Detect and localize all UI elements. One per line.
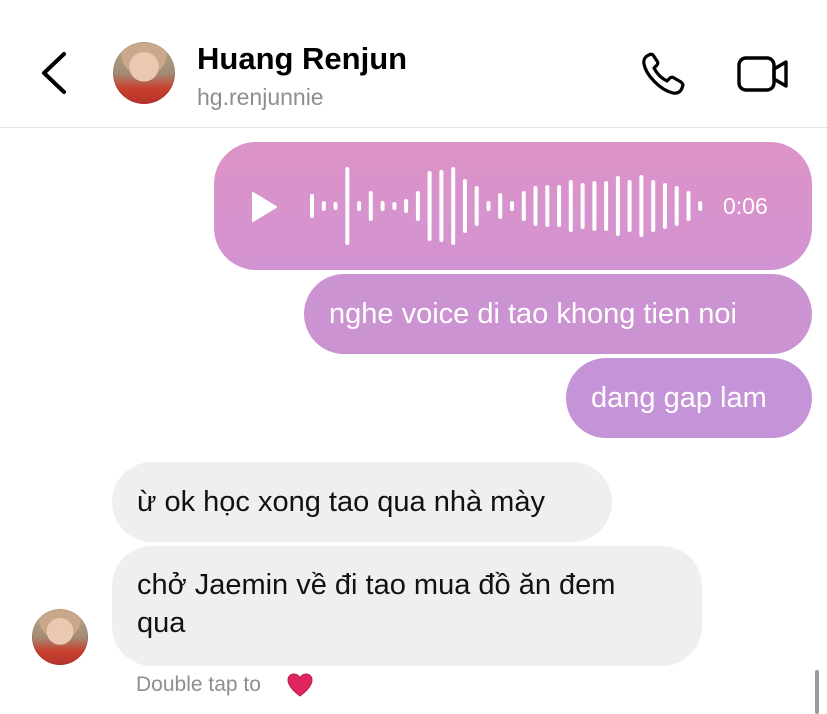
waveform-bar: [651, 180, 656, 232]
waveform-bar: [627, 180, 632, 232]
audio-waveform: [310, 167, 703, 245]
waveform-bar: [333, 202, 338, 210]
waveform-bar: [521, 191, 526, 221]
waveform-bar: [604, 181, 609, 231]
waveform-bar: [321, 201, 326, 211]
incoming-message[interactable]: chở Jaemin về đi tao mua đồ ăn đem qua: [112, 546, 702, 666]
waveform-bar: [427, 171, 432, 241]
contact-name[interactable]: Huang Renjun: [197, 41, 407, 77]
video-camera-icon[interactable]: [735, 52, 791, 96]
waveform-bar: [310, 194, 314, 218]
message-line: chở Jaemin về đi tao mua đồ ăn đem: [137, 569, 616, 601]
message-line: qua: [137, 607, 186, 639]
waveform-bar: [498, 193, 503, 219]
chat-header: Huang Renjun hg.renjunnie: [0, 0, 827, 128]
avatar[interactable]: [113, 42, 175, 104]
waveform-bar: [474, 186, 479, 226]
contact-username: hg.renjunnie: [197, 84, 324, 110]
waveform-bar: [368, 191, 373, 221]
waveform-bar: [615, 176, 620, 236]
waveform-bar: [439, 170, 444, 242]
waveform-bar: [545, 185, 550, 227]
waveform-bar: [568, 180, 573, 232]
outgoing-message[interactable]: dang gap lam: [566, 358, 812, 438]
waveform-bar: [404, 199, 409, 213]
phone-icon[interactable]: [640, 51, 690, 97]
waveform-bar: [686, 191, 691, 221]
sender-avatar[interactable]: [32, 609, 88, 665]
waveform-bar: [345, 167, 350, 245]
waveform-bar: [674, 186, 679, 226]
waveform-bar: [533, 186, 538, 226]
waveform-bar: [510, 201, 514, 211]
heart-icon[interactable]: [286, 672, 314, 698]
scrollbar[interactable]: [815, 670, 819, 714]
waveform-bar: [580, 183, 585, 229]
back-chevron-icon[interactable]: [36, 50, 76, 96]
waveform-bar: [486, 201, 491, 211]
waveform-bar: [639, 175, 644, 237]
outgoing-message[interactable]: nghe voice di tao khong tien noi: [304, 274, 812, 354]
play-icon[interactable]: [250, 191, 278, 223]
waveform-bar: [462, 179, 467, 233]
waveform-bar: [357, 201, 362, 211]
voice-duration: 0:06: [723, 193, 768, 219]
waveform-bar: [698, 201, 703, 211]
waveform-bar: [662, 183, 667, 229]
double-tap-hint[interactable]: Double tap to: [136, 673, 261, 697]
incoming-message[interactable]: ừ ok học xong tao qua nhà mày: [112, 462, 612, 542]
waveform-bar: [392, 202, 397, 210]
waveform-bar: [592, 181, 597, 231]
waveform-bar: [415, 191, 420, 221]
waveform-bar: [380, 201, 385, 211]
waveform-bar: [557, 185, 562, 227]
waveform-bar: [451, 167, 456, 245]
